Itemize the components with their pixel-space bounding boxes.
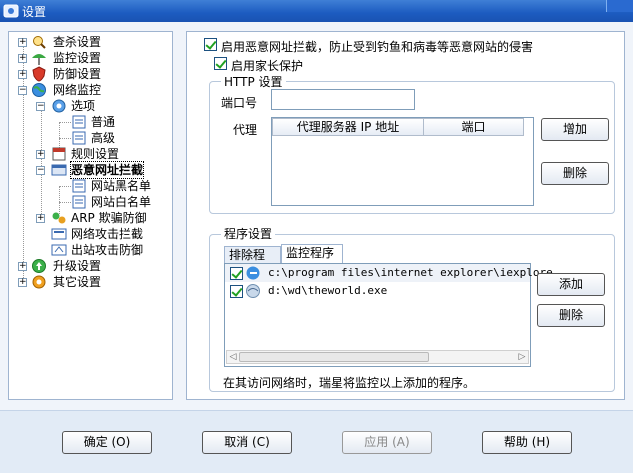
scroll-left-icon[interactable]: ◁ — [227, 351, 239, 363]
rules-icon — [52, 147, 66, 161]
page-icon — [72, 195, 86, 209]
help-button[interactable]: 帮助 (H) — [482, 431, 572, 454]
enable-url-block-label: 启用恶意网址拦截，防止受到钓鱼和病毒等恶意网站的侵害 — [221, 40, 534, 54]
tab-monitor-programs[interactable]: 监控程序 — [281, 244, 343, 264]
shield-icon — [32, 66, 46, 82]
settings-tree: + 查杀设置 + 监控设置 + 防御设置 − 网络监控 − 选项 普通 高级 +… — [8, 31, 173, 400]
tree-item-general[interactable]: 普通 — [91, 114, 115, 130]
program-delete-button[interactable]: 删除 — [537, 304, 605, 327]
tree-item-url-block[interactable]: 恶意网址拦截 — [69, 161, 145, 179]
proxy-column-port[interactable]: 端口 — [423, 118, 524, 136]
network-devices-icon — [52, 212, 66, 224]
tree-item-update[interactable]: 升级设置 — [53, 258, 101, 274]
program-checkbox[interactable] — [230, 267, 243, 280]
close-button[interactable] — [606, 0, 633, 12]
tree-item-scan[interactable]: 查杀设置 — [53, 34, 101, 50]
proxy-delete-button[interactable]: 删除 — [541, 162, 609, 185]
tree-item-rules[interactable]: 规则设置 — [71, 146, 119, 162]
enable-parental-label: 启用家长保护 — [231, 59, 304, 73]
collapse-toggle[interactable]: − — [36, 166, 45, 175]
program-checkbox[interactable] — [230, 285, 243, 298]
expand-toggle[interactable]: + — [18, 278, 27, 287]
tree-item-monitor[interactable]: 监控设置 — [53, 50, 101, 66]
tree-item-defense[interactable]: 防御设置 — [53, 66, 101, 82]
enable-parental-checkbox[interactable] — [214, 57, 227, 70]
umbrella-icon — [32, 54, 46, 65]
scroll-right-icon[interactable]: ▷ — [516, 351, 528, 363]
scan-icon — [33, 36, 46, 49]
web-block-icon — [51, 164, 67, 176]
apply-button[interactable]: 应用 (A) — [342, 431, 432, 454]
tree-item-options[interactable]: 选项 — [71, 98, 95, 114]
tree-item-blacklist[interactable]: 网站黑名单 — [91, 178, 151, 194]
proxy-add-button[interactable]: 增加 — [541, 118, 609, 141]
cancel-button[interactable]: 取消 (C) — [202, 431, 292, 454]
horizontal-scrollbar[interactable]: ◁ ▷ — [226, 350, 529, 364]
url-block-settings-panel: 启用恶意网址拦截，防止受到钓鱼和病毒等恶意网站的侵害 启用家长保护 HTTP 设… — [186, 31, 625, 400]
enable-url-block-checkbox[interactable] — [204, 38, 217, 51]
title-bar: 设置 — [0, 0, 633, 22]
gear-icon — [32, 275, 46, 289]
program-group-title: 程序设置 — [221, 225, 276, 242]
page-icon — [72, 115, 86, 129]
http-group-title: HTTP 设置 — [221, 73, 286, 90]
page-icon — [72, 131, 86, 145]
outbound-defense-icon — [51, 244, 67, 256]
expand-toggle[interactable]: + — [36, 214, 45, 223]
expand-toggle[interactable]: + — [18, 38, 27, 47]
dialog-button-bar: 确定 (O) 取消 (C) 应用 (A) 帮助 (H) — [0, 410, 633, 473]
tree-item-arp[interactable]: ARP 欺骗防御 — [71, 210, 147, 226]
tree-item-other[interactable]: 其它设置 — [53, 274, 101, 290]
proxy-column-ip[interactable]: 代理服务器 IP 地址 — [272, 118, 424, 136]
expand-toggle[interactable]: + — [18, 54, 27, 63]
proxy-label: 代理 — [233, 123, 258, 137]
footer-note: 在其访问网络时，瑞星将监控以上添加的程序。 — [223, 376, 476, 390]
update-icon — [32, 259, 46, 273]
globe-icon — [32, 83, 46, 97]
expand-toggle[interactable]: + — [36, 150, 45, 159]
tree-item-whitelist[interactable]: 网站白名单 — [91, 194, 151, 210]
ok-button[interactable]: 确定 (O) — [62, 431, 152, 454]
port-input[interactable] — [271, 89, 415, 110]
collapse-toggle[interactable]: − — [18, 86, 27, 95]
app-icon — [3, 4, 19, 18]
program-list[interactable]: c:\program files\internet explorer\iexpl… — [224, 263, 559, 367]
expand-toggle[interactable]: + — [18, 70, 27, 79]
attack-block-icon — [51, 228, 67, 240]
expand-toggle[interactable]: + — [18, 262, 27, 271]
scrollbar-thumb[interactable] — [239, 352, 429, 362]
tab-exclude-programs[interactable]: 排除程序 — [224, 246, 281, 279]
collapse-toggle[interactable]: − — [36, 102, 45, 111]
theworld-icon — [246, 284, 260, 298]
port-label: 端口号 — [221, 96, 258, 110]
tree-item-attack-block[interactable]: 网络攻击拦截 — [71, 226, 143, 242]
window-title: 设置 — [22, 5, 47, 19]
program-add-button[interactable]: 添加 — [537, 273, 605, 296]
list-item: c:\program files\internet explorer\iexpl… — [268, 266, 560, 279]
tree-item-outbound-defense[interactable]: 出站攻击防御 — [71, 242, 143, 258]
proxy-list[interactable]: 代理服务器 IP 地址 端口 — [271, 117, 534, 206]
list-item: d:\wd\theworld.exe — [268, 284, 388, 297]
options-gear-icon — [52, 99, 66, 113]
tree-item-advanced[interactable]: 高级 — [91, 130, 115, 146]
ie-icon — [246, 266, 260, 280]
tree-item-network[interactable]: 网络监控 — [53, 82, 101, 98]
page-icon — [72, 179, 86, 193]
